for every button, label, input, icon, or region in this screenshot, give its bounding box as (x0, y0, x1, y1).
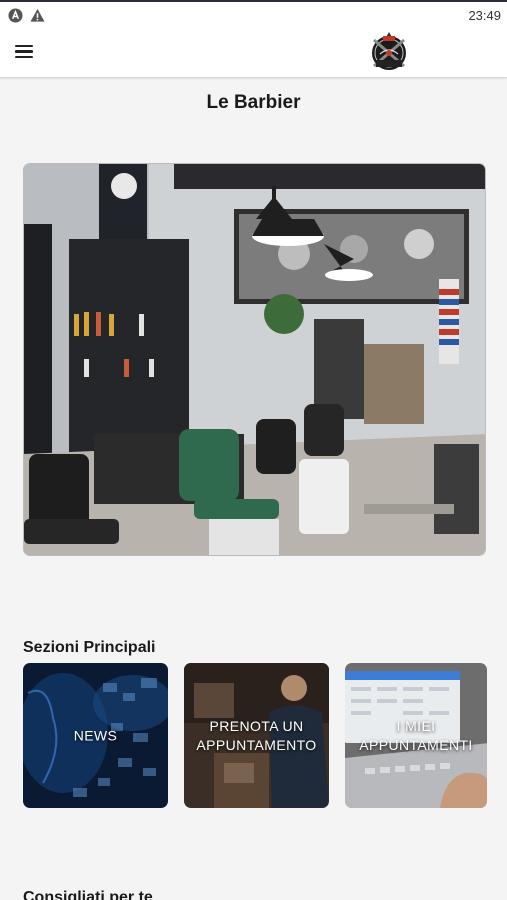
app-notification-icon (8, 8, 23, 23)
news-label: NEWS (73, 727, 118, 743)
page-title: Le Barbier (206, 92, 301, 113)
hamburger-menu-icon[interactable] (13, 42, 35, 62)
warning-icon (30, 8, 45, 22)
news-card[interactable]: NEWS (23, 663, 168, 808)
section-title-main: Sezioni Principali (23, 639, 156, 656)
my-appointments-card[interactable]: I MIEI APPUNTAMENTI (345, 663, 487, 808)
status-time: 23:49 (468, 8, 501, 23)
book-appointment-card[interactable]: PRENOTA UN APPUNTAMENTO (184, 663, 329, 808)
shop-interior-image (23, 163, 486, 556)
section-title-recommended: Consigliati per te (23, 889, 153, 900)
book-appointment-label: PRENOTA UN APPUNTAMENTO (196, 717, 317, 753)
status-bar: 23:49 (0, 0, 507, 28)
app-bar (0, 28, 507, 78)
my-appointments-label: I MIEI APPUNTAMENTI (359, 717, 473, 753)
barber-shop-logo (372, 32, 406, 70)
